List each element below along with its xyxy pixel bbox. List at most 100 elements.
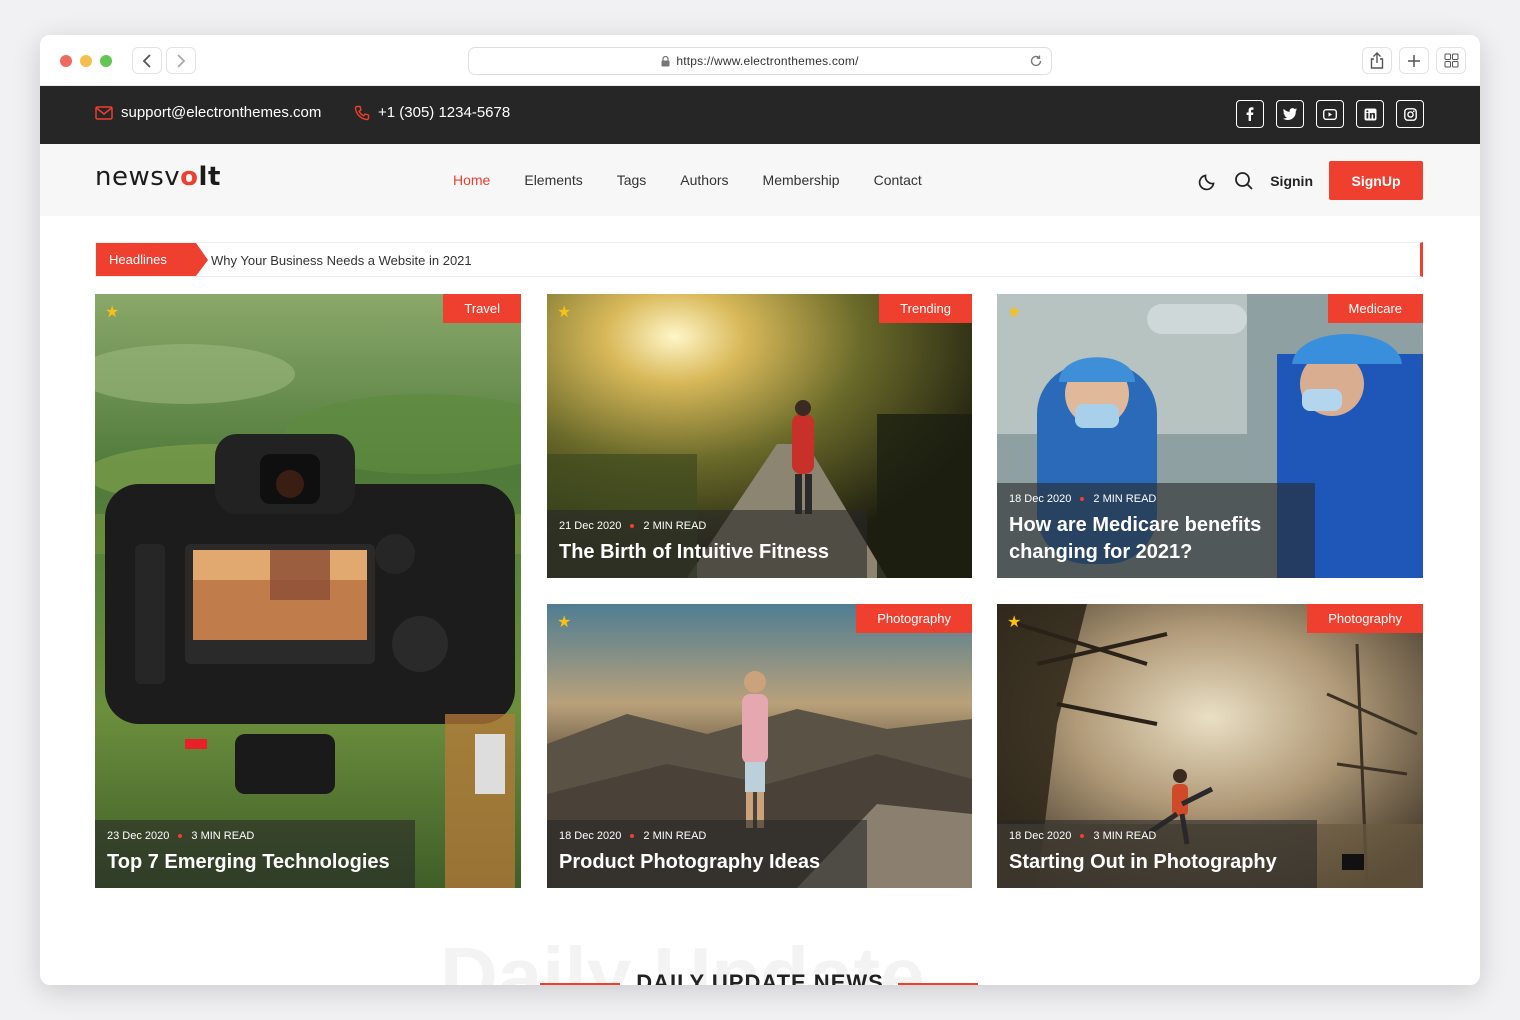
post-title[interactable]: Top 7 Emerging Technologies: [107, 849, 401, 876]
youtube-icon: [1323, 108, 1337, 120]
linkedin-icon: [1364, 108, 1376, 120]
read-time: 2 MIN READ: [1093, 493, 1157, 505]
tab-overview-button[interactable]: [1436, 47, 1466, 74]
email-text: support@electronthemes.com: [121, 104, 322, 121]
address-bar[interactable]: https://www.electronthemes.com/: [468, 47, 1052, 75]
chevron-right-icon: [177, 53, 186, 68]
category-badge[interactable]: Trending: [879, 294, 972, 323]
post-date: 23 Dec 2020: [107, 830, 170, 842]
facebook-icon: [1246, 107, 1254, 121]
close-window-button[interactable]: [60, 55, 72, 67]
phone-icon: [354, 105, 370, 120]
header-actions: Signin SignUp: [1198, 161, 1423, 200]
email-contact[interactable]: support@electronthemes.com: [95, 104, 321, 121]
history-nav: [132, 47, 196, 74]
post-title[interactable]: How are Medicare benefits changing for 2…: [1009, 512, 1301, 566]
meta-separator: [1080, 497, 1085, 501]
url-text: https://www.electronthemes.com/: [676, 54, 859, 68]
section-title: DAILY UPDATE NEWS: [636, 970, 884, 985]
category-badge[interactable]: Photography: [856, 604, 972, 633]
post-caption: 18 Dec 2020 3 MIN READ Starting Out in Ph…: [997, 820, 1317, 888]
post-meta: 23 Dec 2020 3 MIN READ: [107, 830, 401, 842]
category-badge[interactable]: Medicare: [1327, 294, 1423, 323]
post-card[interactable]: ★ Photography 18 Dec 2020 3 MIN READ Star…: [997, 604, 1423, 888]
read-time: 3 MIN READ: [191, 830, 255, 842]
meta-separator: [630, 834, 635, 838]
plus-icon: [1408, 54, 1420, 67]
main-nav: Home Elements Tags Authors Membership Co…: [453, 172, 922, 188]
post-caption: 21 Dec 2020 2 MIN READ The Birth of Intui…: [547, 510, 867, 578]
linkedin-link[interactable]: [1356, 100, 1384, 128]
post-meta: 18 Dec 2020 3 MIN READ: [1009, 830, 1303, 842]
featured-star-icon: ★: [557, 304, 572, 321]
nav-item-elements[interactable]: Elements: [524, 172, 582, 188]
grid-icon: [1444, 53, 1458, 68]
headline-link[interactable]: Why Your Business Needs a Website in 202…: [211, 253, 472, 268]
social-links: [1236, 100, 1424, 128]
mail-icon: [95, 105, 113, 120]
nav-item-home[interactable]: Home: [453, 172, 490, 188]
daily-update-section: Daily Update DAILY UPDATE NEWS: [40, 930, 1480, 985]
share-icon: [1370, 52, 1384, 69]
search-icon[interactable]: [1234, 171, 1254, 191]
twitter-icon: [1283, 108, 1297, 120]
post-title[interactable]: The Birth of Intuitive Fitness: [559, 539, 853, 566]
post-meta: 18 Dec 2020 2 MIN READ: [1009, 493, 1301, 505]
chevron-left-icon: [142, 53, 151, 68]
headlines-ticker: Headlines Why Your Business Needs a Webs…: [95, 242, 1423, 277]
new-tab-button[interactable]: [1399, 47, 1429, 74]
forward-button[interactable]: [166, 47, 196, 74]
moon-icon[interactable]: [1198, 171, 1218, 191]
facebook-link[interactable]: [1236, 100, 1264, 128]
post-meta: 18 Dec 2020 2 MIN READ: [559, 830, 853, 842]
featured-star-icon: ★: [1007, 614, 1022, 631]
post-caption: 18 Dec 2020 2 MIN READ How are Medicare b…: [997, 483, 1315, 578]
featured-star-icon: ★: [1007, 304, 1022, 321]
reload-icon[interactable]: [1029, 54, 1043, 68]
nav-item-authors[interactable]: Authors: [680, 172, 728, 188]
site-logo[interactable]: newsvolt: [95, 162, 221, 192]
post-title[interactable]: Product Photography Ideas: [559, 849, 853, 876]
share-button[interactable]: [1362, 47, 1392, 74]
post-caption: 23 Dec 2020 3 MIN READ Top 7 Emerging Tec…: [95, 820, 415, 888]
post-card[interactable]: ★ Photography 18 Dec 2020 2 MIN READ Prod…: [547, 604, 972, 888]
minimize-window-button[interactable]: [80, 55, 92, 67]
read-time: 2 MIN READ: [643, 520, 707, 532]
headlines-label: Headlines: [96, 243, 208, 276]
read-time: 2 MIN READ: [643, 830, 707, 842]
browser-window: https://www.electronthemes.com/ support@…: [40, 35, 1480, 985]
post-date: 21 Dec 2020: [559, 520, 622, 532]
post-date: 18 Dec 2020: [559, 830, 622, 842]
post-image: [95, 294, 521, 888]
post-date: 18 Dec 2020: [1009, 493, 1072, 505]
category-badge[interactable]: Photography: [1307, 604, 1423, 633]
browser-actions: [1362, 47, 1466, 74]
maximize-window-button[interactable]: [100, 55, 112, 67]
featured-star-icon: ★: [557, 614, 572, 631]
nav-item-membership[interactable]: Membership: [763, 172, 840, 188]
nav-item-tags[interactable]: Tags: [617, 172, 647, 188]
meta-separator: [178, 834, 183, 838]
back-button[interactable]: [132, 47, 162, 74]
site-header: newsvolt Home Elements Tags Authors Memb…: [40, 144, 1480, 216]
youtube-link[interactable]: [1316, 100, 1344, 128]
twitter-link[interactable]: [1276, 100, 1304, 128]
post-card[interactable]: ★ Medicare 18 Dec 2020 2 MIN READ How are…: [997, 294, 1423, 578]
signin-link[interactable]: Signin: [1270, 173, 1313, 189]
nav-item-contact[interactable]: Contact: [874, 172, 922, 188]
category-badge[interactable]: Travel: [443, 294, 521, 323]
browser-toolbar: https://www.electronthemes.com/: [40, 35, 1480, 86]
logo-text-accent: o: [180, 162, 199, 192]
phone-contact[interactable]: +1 (305) 1234-5678: [354, 104, 510, 121]
lock-icon: [661, 55, 670, 66]
post-card[interactable]: ★ Trending 21 Dec 2020 2 MIN READ The Bir…: [547, 294, 972, 578]
instagram-link[interactable]: [1396, 100, 1424, 128]
read-time: 3 MIN READ: [1093, 830, 1157, 842]
logo-text-start: newsv: [95, 162, 181, 192]
post-title[interactable]: Starting Out in Photography: [1009, 849, 1303, 876]
featured-post-card[interactable]: ★ Travel 23 Dec 2020 3 MIN READ Top 7 Eme…: [95, 294, 521, 888]
contact-bar: support@electronthemes.com +1 (305) 1234…: [40, 86, 1480, 144]
signup-button[interactable]: SignUp: [1329, 161, 1423, 200]
window-controls: [60, 55, 112, 67]
featured-star-icon: ★: [105, 304, 120, 321]
